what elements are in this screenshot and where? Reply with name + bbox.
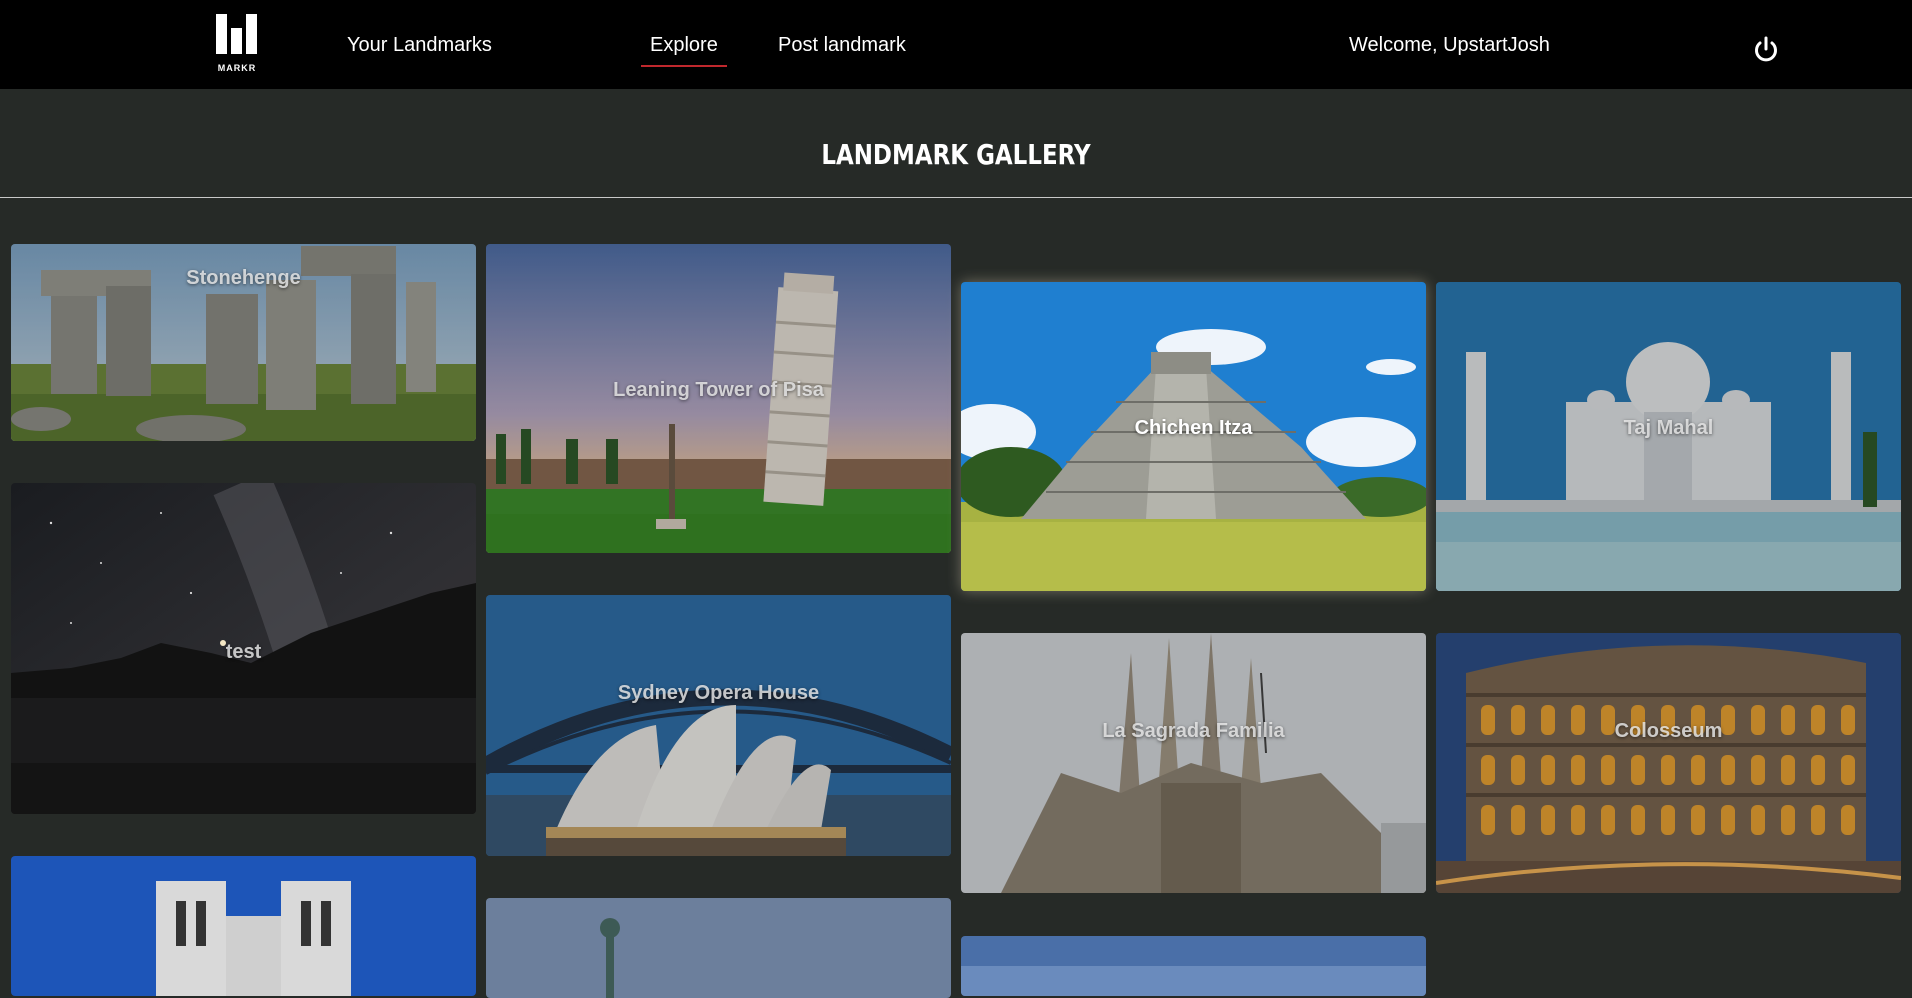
card-label: Chichen Itza bbox=[1134, 417, 1253, 439]
card-label: La Sagrada Familia bbox=[1102, 720, 1285, 742]
landmark-card-sagrada-familia[interactable]: La Sagrada Familia bbox=[961, 633, 1426, 893]
card-label: Sydney Opera House bbox=[617, 682, 820, 704]
landmark-card-partial[interactable] bbox=[961, 936, 1426, 996]
landmark-card-statue[interactable] bbox=[486, 898, 951, 998]
nav-post-landmark[interactable]: Post landmark bbox=[778, 33, 906, 57]
logo-text: MARKR bbox=[217, 63, 257, 73]
welcome-text: Welcome, UpstartJosh bbox=[1349, 34, 1550, 56]
landmark-card-chichen-itza[interactable]: Chichen Itza bbox=[961, 282, 1426, 591]
statue-image bbox=[486, 898, 951, 998]
nav-explore[interactable]: Explore bbox=[641, 33, 727, 67]
landmark-card-colosseum[interactable]: Colosseum bbox=[1436, 633, 1901, 893]
gallery-title: LANDMARK GALLERY bbox=[821, 138, 1091, 171]
card-label: test bbox=[225, 641, 262, 663]
card-label: Colosseum bbox=[1614, 720, 1723, 742]
title-divider bbox=[0, 197, 1912, 198]
card-label: Stonehenge bbox=[186, 267, 301, 289]
landmark-card-test[interactable]: test bbox=[11, 483, 476, 814]
card-label: Leaning Tower of Pisa bbox=[613, 379, 824, 401]
landmark-card-sydney-opera-house[interactable]: Sydney Opera House bbox=[486, 595, 951, 856]
partial-image bbox=[961, 936, 1426, 996]
power-icon[interactable] bbox=[1752, 36, 1780, 64]
landmark-card-stonehenge[interactable]: Stonehenge bbox=[11, 244, 476, 441]
landmark-card-notre-dame[interactable] bbox=[11, 856, 476, 996]
notre-dame-image bbox=[11, 856, 476, 996]
landmark-card-taj-mahal[interactable]: Taj Mahal bbox=[1436, 282, 1901, 591]
landmark-card-pisa[interactable]: Leaning Tower of Pisa bbox=[486, 244, 951, 553]
markr-logo-icon[interactable]: MARKR bbox=[214, 12, 260, 76]
card-label: Taj Mahal bbox=[1623, 417, 1714, 439]
top-navbar: MARKR Your Landmarks Explore Post landma… bbox=[0, 0, 1912, 89]
nav-your-landmarks[interactable]: Your Landmarks bbox=[347, 33, 492, 57]
